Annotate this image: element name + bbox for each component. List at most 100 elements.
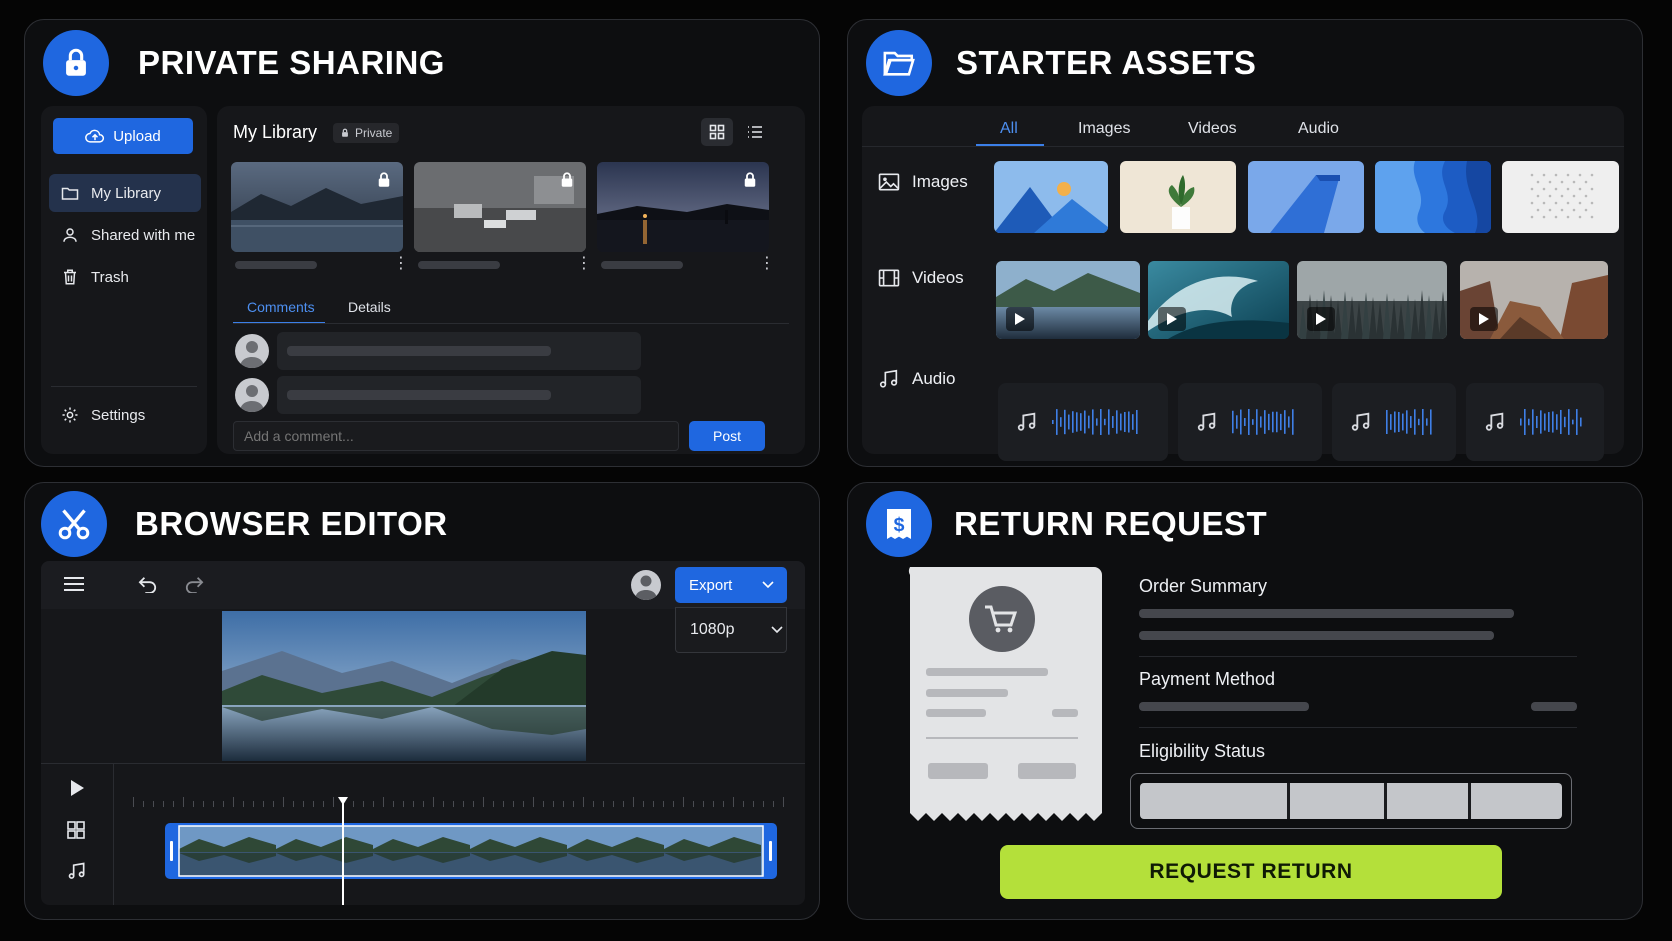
film-icon [878,269,900,287]
tab-audio[interactable]: Audio [1298,120,1339,138]
video-preview [222,611,586,761]
play-icon[interactable] [1307,307,1335,331]
row-label-text: Videos [912,268,964,287]
private-label: Private [355,126,393,140]
music-note-icon [1484,411,1506,433]
audio-asset[interactable] [998,383,1168,461]
divider [862,146,1624,147]
timeline-clip[interactable] [165,823,777,879]
editor-workspace: Export 1080p [41,561,805,905]
resolution-select[interactable]: 1080p [675,607,787,653]
video-asset[interactable] [1148,261,1289,339]
more-options-icon[interactable]: ⋮ [576,256,592,272]
thumbnail-caption-placeholder [418,261,500,269]
play-icon[interactable] [69,779,85,797]
private-badge: Private [333,123,400,143]
gear-icon [61,406,79,424]
folder-icon [61,185,79,201]
music-note-icon [878,368,900,390]
tab-all[interactable]: All [1000,120,1018,138]
tab-images[interactable]: Images [1078,120,1130,138]
payment-method-label: Payment Method [1139,669,1276,689]
sidebar-item-trash[interactable]: Trash [49,258,201,296]
request-return-button[interactable]: REQUEST RETURN [1000,845,1502,899]
list-icon [747,125,763,139]
sidebar-item-settings[interactable]: Settings [49,396,201,434]
tab-details[interactable]: Details [348,299,391,315]
image-icon [878,173,900,191]
receipt-dollar-icon: $ [866,491,932,557]
starter-assets-panel: STARTER ASSETS All Images Videos Audio I… [847,19,1643,467]
image-asset[interactable] [1502,161,1619,233]
lock-icon [741,170,759,190]
sidebar-item-label: Shared with me [91,226,196,244]
divider [41,763,805,764]
play-icon[interactable] [1158,307,1186,331]
scissors-icon [41,491,107,557]
tab-comments[interactable]: Comments [247,299,315,315]
divider [51,386,197,387]
play-icon[interactable] [1006,307,1034,331]
post-button[interactable]: Post [689,421,765,451]
divider [113,763,114,905]
comment-input[interactable] [233,421,679,451]
row-label-text: Audio [912,369,956,388]
more-options-icon[interactable]: ⋮ [759,256,775,272]
image-asset[interactable] [1248,161,1364,233]
export-button[interactable]: Export [675,567,787,603]
play-icon[interactable] [1470,307,1498,331]
lock-icon [558,170,576,190]
timeline-ruler [133,797,793,807]
thumbnail-caption-placeholder [235,261,317,269]
redo-icon[interactable] [183,575,205,593]
user-icon [61,226,79,244]
video-asset[interactable] [1297,261,1447,339]
library-thumbnail[interactable] [597,162,769,252]
library-thumbnail[interactable] [414,162,586,252]
undo-icon[interactable] [137,575,159,593]
avatar [235,378,269,412]
music-note-icon[interactable] [67,861,87,881]
audio-asset[interactable] [1332,383,1456,461]
list-view-button[interactable] [739,118,771,146]
payment-line-placeholder [1139,702,1309,711]
layout-grid-icon[interactable] [67,821,85,839]
music-note-icon [1196,411,1218,433]
grid-view-button[interactable] [701,118,733,146]
lock-icon [340,127,350,139]
svg-text:$: $ [894,514,905,536]
panel-title: RETURN REQUEST [954,505,1268,542]
summary-line-placeholder [1139,609,1514,618]
panel-title: STARTER ASSETS [956,44,1257,81]
row-label-text: Images [912,172,968,191]
sidebar-item-label: Trash [91,268,129,286]
avatar[interactable] [631,570,661,600]
video-asset[interactable] [996,261,1140,339]
upload-label: Upload [113,127,161,145]
lock-icon [375,170,393,190]
audio-asset[interactable] [1178,383,1322,461]
library-thumbnail[interactable] [231,162,403,252]
library-title: My Library [233,122,318,142]
playhead[interactable] [337,797,349,905]
sidebar: Upload My Library Shared with me Trash S… [41,106,207,454]
divider [233,323,789,324]
sidebar-item-my-library[interactable]: My Library [49,174,201,212]
avatar [235,334,269,368]
waveform-icon [1232,407,1296,437]
upload-button[interactable]: Upload [53,118,193,154]
summary-line-placeholder [1139,631,1494,640]
more-options-icon[interactable]: ⋮ [393,256,409,272]
video-asset[interactable] [1460,261,1608,339]
image-asset[interactable] [1375,161,1491,233]
music-note-icon [1016,411,1038,433]
receipt-illustration [902,567,1102,829]
tab-videos[interactable]: Videos [1188,120,1237,138]
image-asset[interactable] [1120,161,1236,233]
image-asset[interactable] [994,161,1108,233]
music-note-icon [1350,411,1372,433]
hamburger-menu-icon[interactable] [63,575,85,593]
resolution-value: 1080p [690,621,735,638]
sidebar-item-shared-with-me[interactable]: Shared with me [49,216,201,254]
audio-asset[interactable] [1466,383,1604,461]
